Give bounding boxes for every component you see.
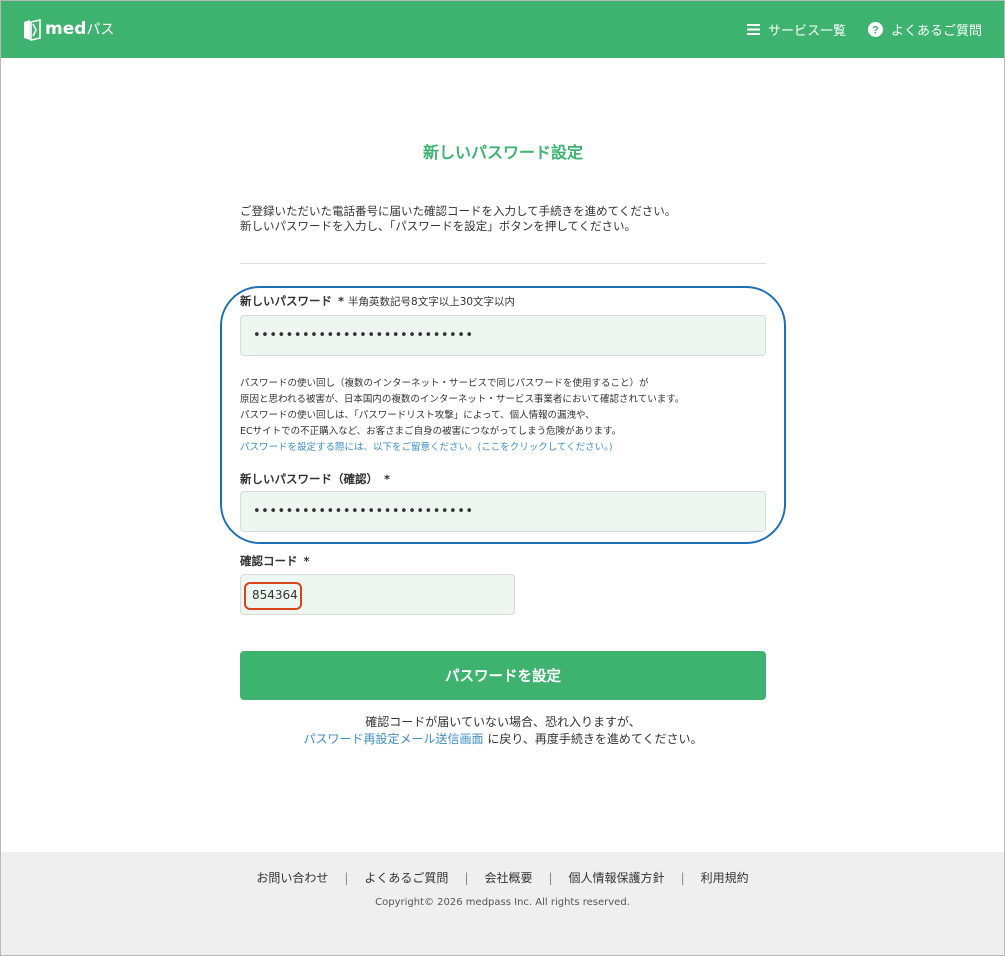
confirm-password-value: •••••••••••••••••••••••••••: [253, 503, 474, 519]
logo-text-kana: パス: [86, 22, 115, 38]
question-circle-icon: ?: [867, 22, 883, 37]
page-frame: medパス サービス一覧 ? よくあるご質問 新しいパスワード設定 ご登録いただ…: [0, 0, 1005, 956]
site-header: medパス サービス一覧 ? よくあるご質問: [1, 1, 1004, 58]
set-password-button[interactable]: パスワードを設定: [240, 651, 766, 700]
resend-note-rest: に戻り、再度手続きを進めてください。: [483, 732, 703, 746]
password-hint: 半角英数記号8文字以上30文字以内: [348, 296, 516, 308]
medpass-logo[interactable]: medパス: [23, 18, 114, 41]
warning-line-1: パスワードの使い回し（複数のインターネット・サービスで同じパスワードを使用するこ…: [240, 378, 649, 389]
nav-service-list-label: サービス一覧: [767, 24, 846, 39]
password-reuse-warning: パスワードの使い回し（複数のインターネット・サービスで同じパスワードを使用するこ…: [240, 376, 780, 456]
password-guidelines-link[interactable]: パスワードを設定する際には、以下をご留意ください。(ここをクリックしてください。…: [240, 440, 780, 456]
required-mark: *: [338, 294, 345, 308]
required-mark: *: [384, 472, 391, 486]
password-label-text: 新しいパスワード: [240, 294, 332, 308]
site-footer: お問い合わせ | よくあるご質問 | 会社概要 | 個人情報保護方針 | 利用規…: [1, 852, 1004, 955]
verification-code-value: 854364: [252, 588, 298, 602]
confirm-password-input[interactable]: •••••••••••••••••••••••••••: [240, 491, 766, 532]
warning-line-4: ECサイトでの不正購入など、お客さまご自身の被害につながってしまう危険があります…: [240, 426, 622, 437]
intro-line-2: 新しいパスワードを入力し、「パスワードを設定」ボタンを押してください。: [240, 219, 637, 233]
footer-separator: |: [548, 870, 553, 885]
logo-text: medパス: [45, 18, 114, 41]
required-mark: *: [303, 554, 310, 568]
medpass-logo-icon: [23, 18, 41, 41]
copyright: Copyright© 2026 medpass Inc. All rights …: [375, 897, 630, 908]
footer-separator: |: [680, 870, 685, 885]
page-title: 新しいパスワード設定: [422, 143, 583, 162]
resend-note-line-2: パスワード再設定メール送信画面 に戻り、再度手続きを進めてください。: [200, 731, 806, 748]
hamburger-icon: [746, 24, 760, 35]
intro-text: ご登録いただいた電話番号に届いた確認コードを入力して手続きを進めてください。 新…: [240, 204, 766, 234]
resend-email-link[interactable]: パスワード再設定メール送信画面: [304, 732, 484, 746]
nav-service-list[interactable]: サービス一覧: [746, 20, 846, 39]
divider: [240, 263, 766, 264]
intro-line-1: ご登録いただいた電話番号に届いた確認コードを入力して手続きを進めてください。: [240, 204, 677, 218]
password-confirm-label: 新しいパスワード（確認） *: [240, 471, 390, 487]
header-nav: サービス一覧 ? よくあるご質問: [746, 1, 982, 58]
footer-link-company[interactable]: 会社概要: [484, 869, 532, 886]
password-label: 新しいパスワード * 半角英数記号8文字以上30文字以内: [240, 293, 515, 309]
warning-line-3: パスワードの使い回しは、「パスワードリスト攻撃」によって、個人情報の漏洩や、: [240, 410, 595, 421]
nav-faq[interactable]: ? よくあるご質問: [867, 20, 982, 39]
nav-faq-label: よくあるご質問: [890, 24, 982, 39]
new-password-input[interactable]: •••••••••••••••••••••••••••: [240, 315, 766, 356]
footer-separator: |: [464, 870, 469, 885]
logo-text-med: med: [45, 19, 87, 39]
footer-link-faq[interactable]: よくあるご質問: [364, 869, 448, 886]
password-confirm-label-text: 新しいパスワード（確認）: [240, 472, 378, 486]
svg-text:?: ?: [872, 24, 879, 36]
code-label-text: 確認コード: [240, 554, 298, 568]
footer-links: お問い合わせ | よくあるご質問 | 会社概要 | 個人情報保護方針 | 利用規…: [1, 869, 1004, 886]
resend-note: 確認コードが届いていない場合、恐れ入りますが、 パスワード再設定メール送信画面 …: [200, 714, 806, 748]
footer-link-privacy[interactable]: 個人情報保護方針: [569, 869, 665, 886]
verification-code-input[interactable]: 854364: [240, 574, 515, 615]
footer-link-terms[interactable]: 利用規約: [701, 869, 749, 886]
new-password-value: •••••••••••••••••••••••••••: [253, 327, 474, 343]
footer-link-contact[interactable]: お問い合わせ: [256, 869, 328, 886]
resend-note-line-1: 確認コードが届いていない場合、恐れ入りますが、: [365, 715, 641, 729]
code-label: 確認コード *: [240, 553, 310, 569]
warning-line-2: 原因と思われる被害が、日本国内の複数のインターネット・サービス事業者において確認…: [240, 394, 685, 405]
footer-separator: |: [344, 870, 349, 885]
